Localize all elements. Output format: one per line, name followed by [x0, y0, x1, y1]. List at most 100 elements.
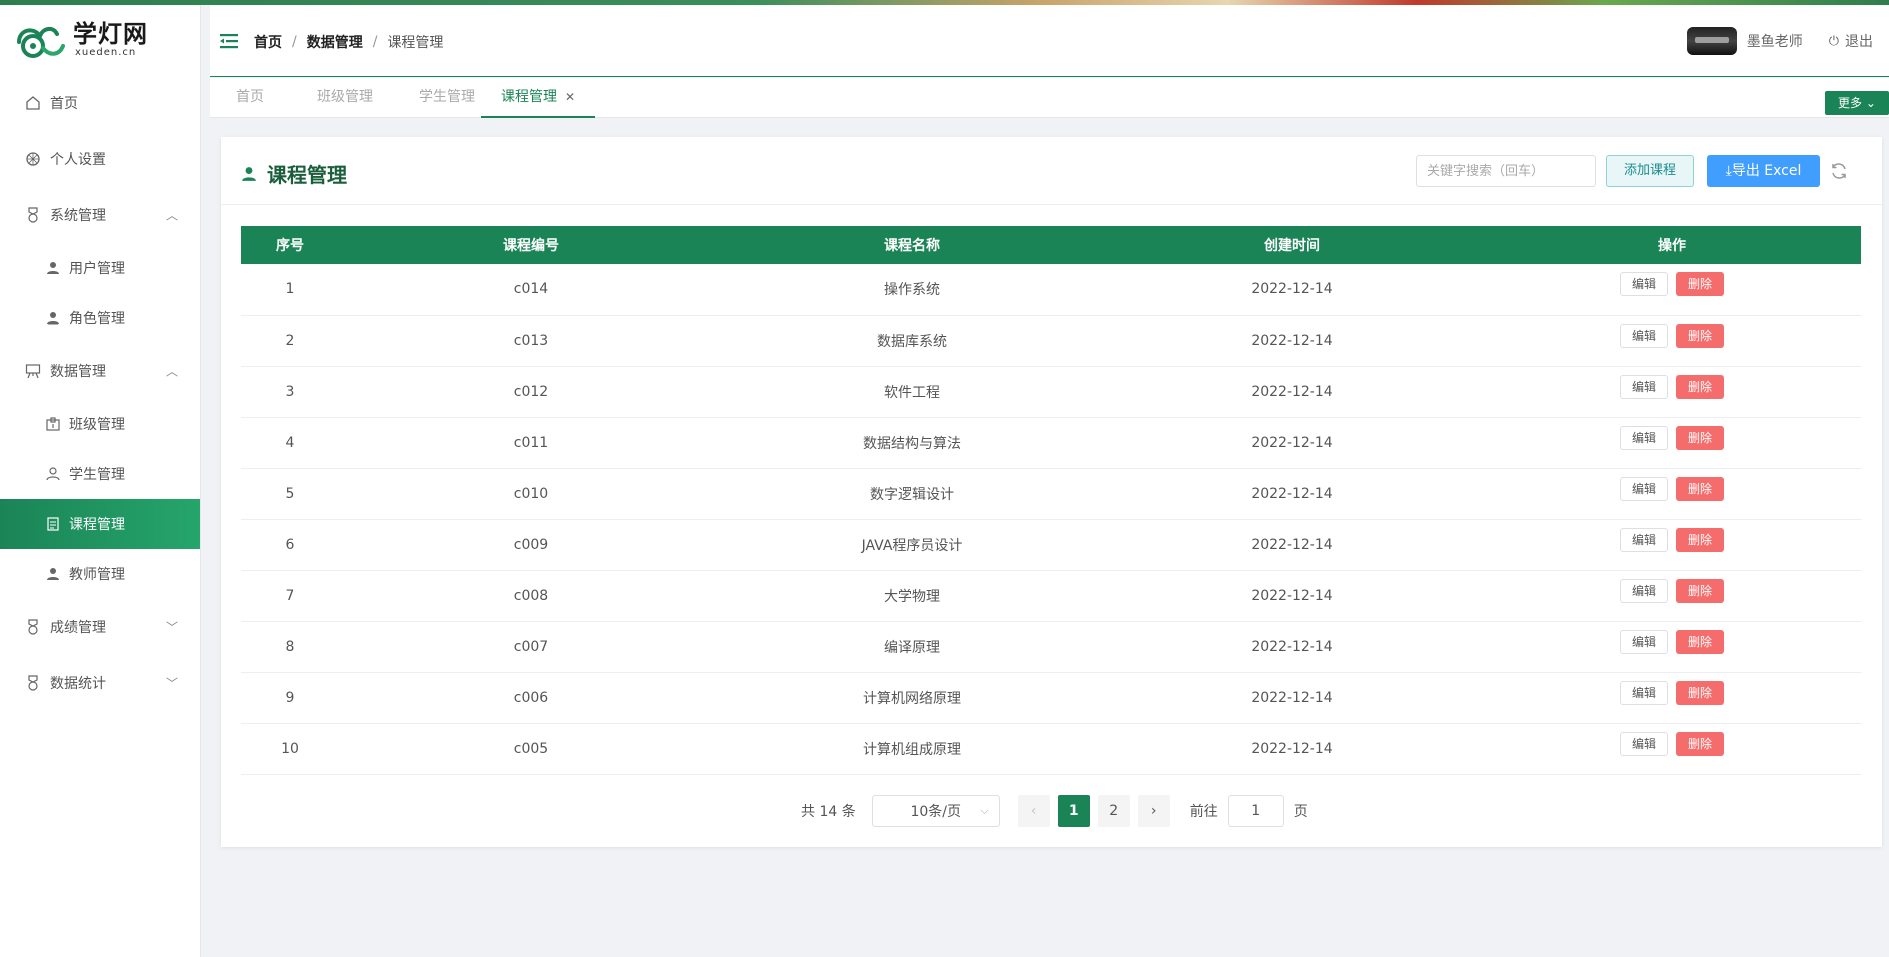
page-title: 课程管理	[241, 159, 347, 188]
cell-index: 4	[241, 417, 339, 469]
delete-button[interactable]: 删除	[1676, 578, 1724, 603]
edit-button[interactable]: 编辑	[1620, 680, 1668, 705]
tab-label: 首页	[236, 89, 264, 105]
sidebar-item-class-management[interactable]: 班级管理	[0, 399, 200, 449]
cell-course-name: JAVA程序员设计	[723, 519, 1101, 571]
class-icon	[45, 416, 61, 432]
breadcrumb-current: 课程管理	[387, 35, 444, 51]
student-icon	[45, 466, 61, 482]
edit-button[interactable]: 编辑	[1620, 425, 1668, 450]
cell-actions: 编辑 删除	[1483, 417, 1861, 469]
sidebar-item-role-management[interactable]: 角色管理	[0, 293, 200, 343]
page-size-select[interactable]: 10条/页 ⌵	[871, 795, 1000, 827]
avatar[interactable]	[1686, 27, 1737, 55]
cell-created-time: 2022-12-14	[1101, 264, 1483, 316]
page-unit: 页	[1293, 804, 1308, 820]
home-icon	[24, 94, 42, 112]
logout-button[interactable]: ⏻ 退出	[1829, 31, 1873, 51]
user-area: 墨鱼老师 ⏻ 退出	[1686, 27, 1873, 55]
prev-page-button[interactable]: ‹	[1017, 795, 1050, 827]
chevron-down-icon: ﹀	[165, 676, 178, 691]
menu-collapse-icon[interactable]	[220, 33, 238, 49]
sidebar: 学灯网 xueden.cn 首页 个人设置 系统管理 ︿ 用户管理 角色管理 数…	[0, 5, 201, 957]
delete-button[interactable]: 删除	[1676, 425, 1724, 450]
sidebar-item-teacher-management[interactable]: 教师管理	[0, 549, 200, 599]
page-button-2[interactable]: 2	[1097, 795, 1130, 827]
edit-button[interactable]: 编辑	[1620, 272, 1668, 297]
sidebar-item-system[interactable]: 系统管理 ︿	[0, 187, 200, 243]
chevron-left-icon: ‹	[1030, 803, 1037, 819]
sidebar-item-label: 教师管理	[69, 567, 125, 583]
cell-actions: 编辑 删除	[1483, 264, 1861, 316]
sidebar-item-data[interactable]: 数据管理 ︿	[0, 343, 200, 399]
table-row: 4 c011 数据结构与算法 2022-12-14 编辑 删除	[241, 417, 1861, 469]
user-name[interactable]: 墨鱼老师	[1747, 31, 1803, 51]
tab-course-management[interactable]: 课程管理 ✕	[481, 78, 596, 118]
sidebar-item-label: 数据统计	[50, 676, 106, 692]
add-course-button[interactable]: 添加课程	[1606, 155, 1694, 187]
breadcrumb-separator: /	[292, 34, 297, 50]
sidebar-item-grades[interactable]: 成绩管理 ﹀	[0, 599, 200, 655]
delete-button[interactable]: 删除	[1676, 629, 1724, 654]
sidebar-item-home[interactable]: 首页	[0, 75, 200, 131]
cell-created-time: 2022-12-14	[1101, 468, 1483, 520]
sidebar-item-label: 班级管理	[69, 417, 125, 433]
breadcrumb-separator: /	[372, 34, 378, 50]
cell-index: 6	[241, 519, 339, 571]
cell-actions: 编辑 删除	[1483, 621, 1861, 673]
delete-button[interactable]: 删除	[1676, 680, 1724, 705]
medal-icon	[24, 206, 42, 224]
delete-button[interactable]: 删除	[1676, 272, 1724, 297]
cell-course-name: 计算机网络原理	[723, 672, 1101, 724]
search-input[interactable]	[1416, 155, 1596, 187]
sidebar-item-user-management[interactable]: 用户管理	[0, 243, 200, 293]
sidebar-item-label: 个人设置	[50, 152, 106, 168]
chevron-right-icon: ›	[1150, 803, 1157, 819]
edit-button[interactable]: 编辑	[1620, 629, 1668, 654]
cell-index: 5	[241, 468, 339, 520]
power-icon: ⏻	[1828, 33, 1839, 49]
more-tabs-button[interactable]: 更多 ⌄	[1825, 91, 1889, 115]
cell-course-name: 软件工程	[723, 366, 1101, 418]
export-excel-button[interactable]: ⤓导出 Excel	[1707, 155, 1820, 187]
sidebar-item-personal-settings[interactable]: 个人设置	[0, 131, 200, 187]
delete-button[interactable]: 删除	[1676, 323, 1724, 348]
cell-index: 3	[241, 366, 339, 418]
edit-button[interactable]: 编辑	[1620, 578, 1668, 603]
edit-button[interactable]: 编辑	[1620, 374, 1668, 399]
table-body: 1 c014 操作系统 2022-12-14 编辑 删除 2 c013 数据库系统 2022-12…	[241, 264, 1861, 775]
page-button-1[interactable]: 1	[1057, 795, 1090, 827]
chevron-down-icon: ⌄	[1865, 96, 1876, 110]
breadcrumb-home[interactable]: 首页	[254, 32, 282, 52]
sidebar-item-statistics[interactable]: 数据统计 ﹀	[0, 655, 200, 711]
edit-button[interactable]: 编辑	[1620, 731, 1668, 756]
edit-button[interactable]: 编辑	[1620, 476, 1668, 501]
delete-button[interactable]: 删除	[1676, 476, 1724, 501]
cell-course-name: 操作系统	[723, 264, 1101, 316]
cell-actions: 编辑 删除	[1483, 570, 1861, 622]
chevron-down-icon: ﹀	[165, 620, 178, 635]
delete-button[interactable]: 删除	[1676, 374, 1724, 399]
sidebar-item-student-management[interactable]: 学生管理	[0, 449, 200, 499]
tab-home[interactable]: 首页	[216, 78, 284, 118]
refresh-icon[interactable]	[1829, 161, 1849, 181]
tab-class-management[interactable]: 班级管理	[297, 78, 393, 118]
delete-button[interactable]: 删除	[1676, 527, 1724, 552]
column-header: 操作	[1483, 226, 1861, 264]
sidebar-item-course-management[interactable]: 课程管理	[0, 499, 200, 549]
cell-course-code: c012	[339, 366, 723, 418]
delete-button[interactable]: 删除	[1676, 731, 1724, 756]
goto-page-input[interactable]	[1227, 795, 1284, 827]
breadcrumb-data[interactable]: 数据管理	[307, 32, 363, 52]
logo[interactable]: 学灯网 xueden.cn	[0, 5, 200, 75]
edit-button[interactable]: 编辑	[1620, 527, 1668, 552]
next-page-button[interactable]: ›	[1137, 795, 1170, 827]
table-row: 8 c007 编译原理 2022-12-14 编辑 删除	[241, 621, 1861, 673]
close-icon[interactable]: ✕	[565, 90, 575, 104]
edit-button[interactable]: 编辑	[1620, 323, 1668, 348]
cell-actions: 编辑 删除	[1483, 315, 1861, 367]
sidebar-item-label: 系统管理	[50, 208, 106, 224]
export-label: 导出 Excel	[1731, 163, 1802, 179]
role-icon	[45, 310, 61, 326]
table-row: 3 c012 软件工程 2022-12-14 编辑 删除	[241, 366, 1861, 418]
